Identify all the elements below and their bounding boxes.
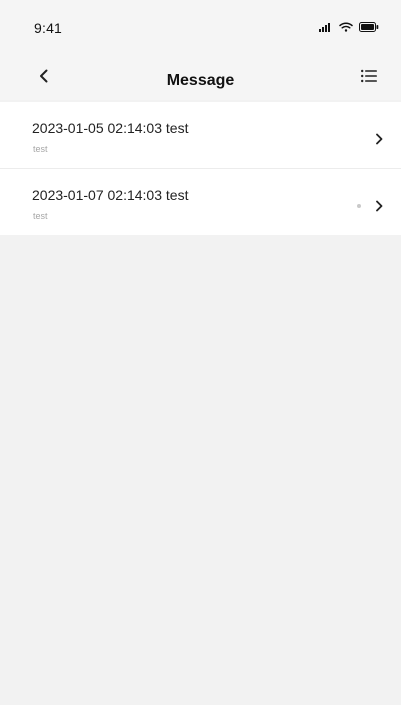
navigation-header: Message xyxy=(0,56,401,96)
message-item[interactable]: 2023-01-05 02:14:03 test test xyxy=(0,102,401,169)
message-list: 2023-01-05 02:14:03 test test 2023-01-07… xyxy=(0,102,401,235)
status-bar: 9:41 xyxy=(0,0,401,56)
back-button[interactable] xyxy=(30,62,58,90)
page-title: Message xyxy=(166,72,235,89)
status-icons xyxy=(319,22,379,32)
message-item[interactable]: 2023-01-07 02:14:03 test test xyxy=(0,169,401,235)
chevron-right-icon xyxy=(373,133,385,145)
chevron-left-icon xyxy=(36,68,52,84)
battery-icon xyxy=(359,22,379,32)
chevron-right-icon xyxy=(373,200,385,212)
list-menu-icon xyxy=(360,68,378,84)
menu-button[interactable] xyxy=(355,62,383,90)
signal-icon xyxy=(319,22,333,32)
message-title: 2023-01-07 02:14:03 test xyxy=(32,187,189,203)
unread-dot-icon xyxy=(357,204,361,208)
message-subtitle: test xyxy=(33,211,48,221)
message-subtitle: test xyxy=(33,144,48,154)
status-time: 9:41 xyxy=(34,20,63,36)
phone-screen: 9:41 Message 2023-01-05 02:14:03 test te… xyxy=(0,0,401,705)
message-title: 2023-01-05 02:14:03 test xyxy=(32,120,189,136)
wifi-icon xyxy=(339,22,353,32)
